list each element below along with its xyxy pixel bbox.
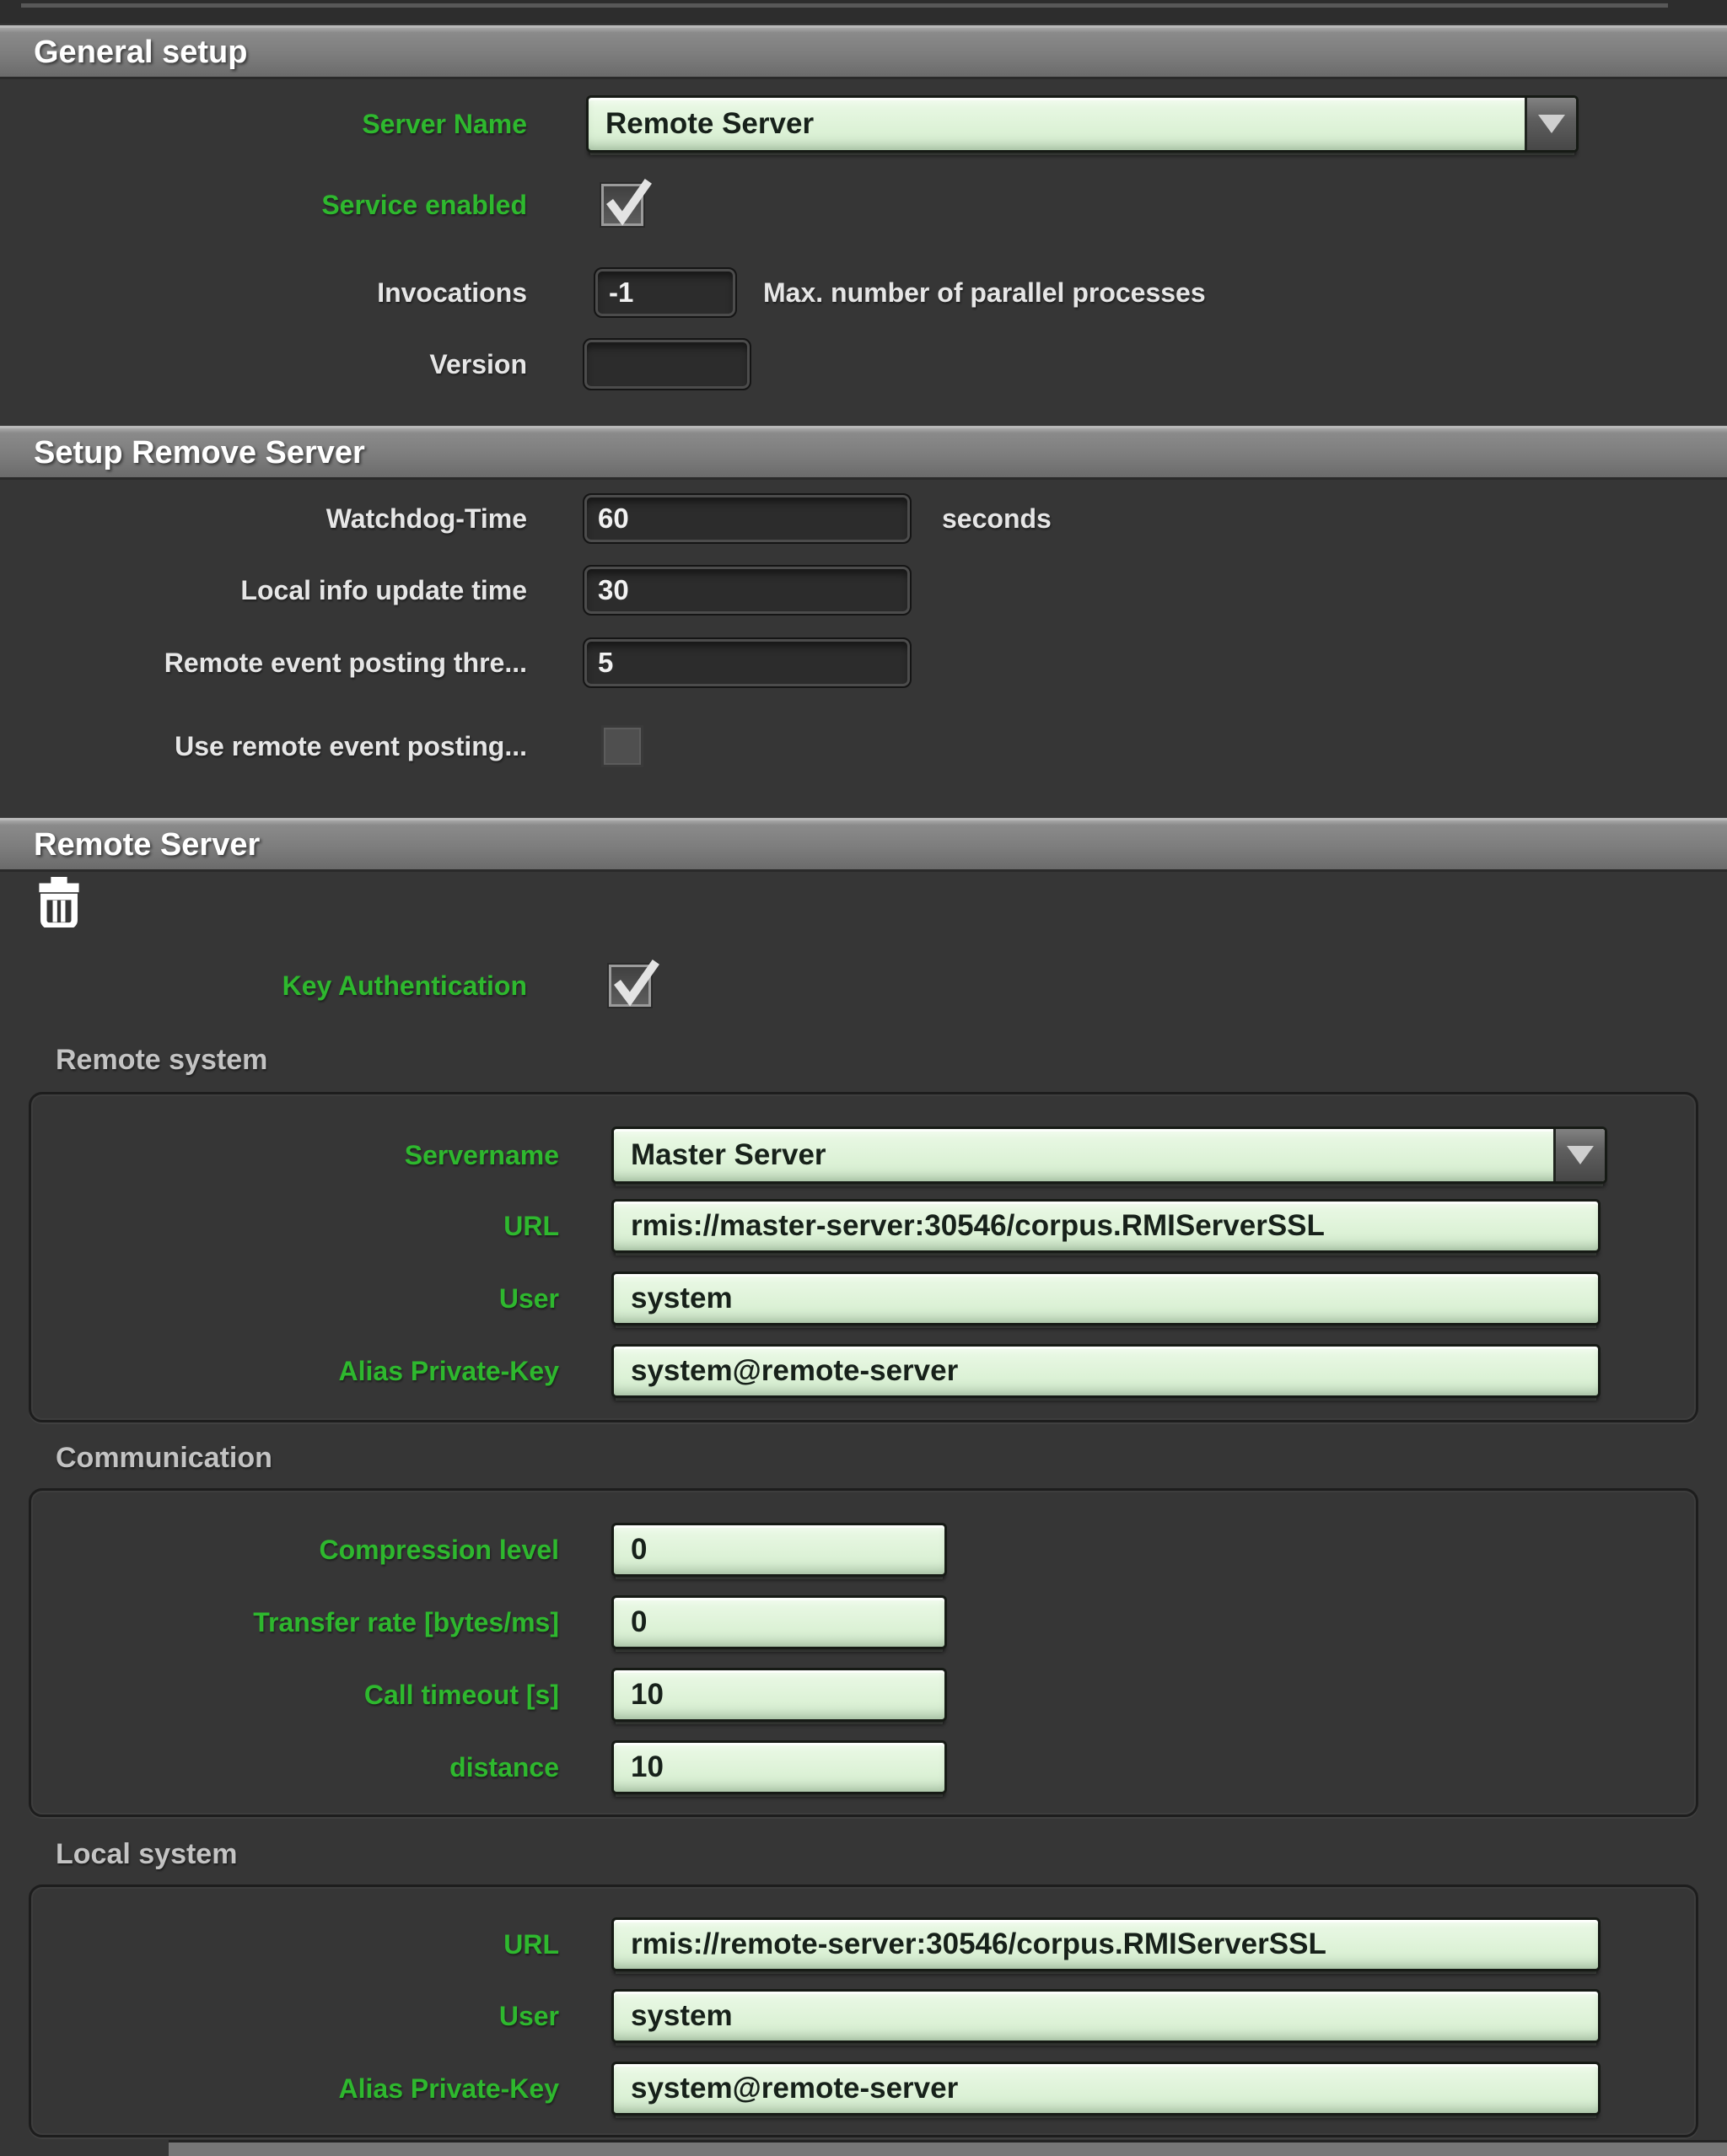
group-title-remote-system: Remote system bbox=[56, 1044, 267, 1077]
group-title-communication: Communication bbox=[56, 1442, 272, 1475]
section-header-remote-server: Remote Server bbox=[0, 818, 1727, 872]
local-url-label: URL bbox=[31, 1917, 559, 1971]
use-remote-event-posting-label: Use remote event posting... bbox=[0, 722, 527, 771]
remote-user-row: User bbox=[31, 1272, 1696, 1325]
invocations-input[interactable] bbox=[594, 267, 737, 318]
compression-level-input[interactable] bbox=[611, 1523, 947, 1577]
section-title: General setup bbox=[34, 35, 247, 71]
key-authentication-row: Key Authentication bbox=[0, 961, 1727, 1010]
remote-event-threshold-label: Remote event posting thre... bbox=[0, 637, 527, 688]
service-enabled-label: Service enabled bbox=[0, 180, 527, 229]
section-title: Remote Server bbox=[34, 827, 260, 863]
compression-level-row: Compression level bbox=[31, 1523, 1696, 1577]
version-label: Version bbox=[0, 338, 527, 390]
remote-event-threshold-input[interactable] bbox=[583, 637, 912, 688]
server-name-value: Remote Server bbox=[589, 98, 1525, 150]
local-url-input[interactable] bbox=[611, 1917, 1601, 1971]
local-alias-input[interactable] bbox=[611, 2062, 1601, 2116]
remote-system-group: Servername Master Server URL User Alias … bbox=[29, 1092, 1698, 1422]
version-row: Version bbox=[0, 338, 1727, 390]
invocations-row: Invocations Max. number of parallel proc… bbox=[0, 267, 1727, 318]
remote-user-label: User bbox=[31, 1272, 559, 1325]
local-user-row: User bbox=[31, 1989, 1696, 2043]
watchdog-time-unit: seconds bbox=[942, 493, 1052, 544]
remote-alias-label: Alias Private-Key bbox=[31, 1344, 559, 1398]
remote-alias-row: Alias Private-Key bbox=[31, 1344, 1696, 1398]
section-title: Setup Remove Server bbox=[34, 435, 365, 471]
watchdog-time-label: Watchdog-Time bbox=[0, 493, 527, 544]
remote-user-input[interactable] bbox=[611, 1272, 1601, 1325]
remote-url-row: URL bbox=[31, 1199, 1696, 1253]
local-info-update-label: Local info update time bbox=[0, 565, 527, 616]
servername-value: Master Server bbox=[614, 1129, 1553, 1181]
use-remote-event-posting-checkbox[interactable] bbox=[601, 725, 643, 767]
checkmark-icon bbox=[605, 175, 654, 227]
settings-panel: General setup Server Name Remote Server … bbox=[0, 0, 1727, 2156]
distance-row: distance bbox=[31, 1740, 1696, 1794]
call-timeout-row: Call timeout [s] bbox=[31, 1668, 1696, 1722]
group-title-local-system: Local system bbox=[56, 1838, 237, 1871]
key-authentication-label: Key Authentication bbox=[0, 961, 527, 1010]
local-user-input[interactable] bbox=[611, 1989, 1601, 2043]
servername-combobox[interactable]: Master Server bbox=[611, 1126, 1607, 1184]
local-info-update-input[interactable] bbox=[583, 565, 912, 616]
transfer-rate-row: Transfer rate [bytes/ms] bbox=[31, 1595, 1696, 1649]
distance-input[interactable] bbox=[611, 1740, 947, 1794]
watchdog-time-input[interactable] bbox=[583, 493, 912, 544]
distance-label: distance bbox=[31, 1740, 559, 1794]
service-enabled-checkbox[interactable] bbox=[601, 184, 643, 226]
service-enabled-row: Service enabled bbox=[0, 180, 1727, 229]
server-name-row: Server Name Remote Server bbox=[0, 95, 1727, 153]
section-header-general-setup: General setup bbox=[0, 25, 1727, 79]
local-info-update-row: Local info update time bbox=[0, 565, 1727, 616]
servername-label: Servername bbox=[31, 1126, 559, 1184]
remote-url-label: URL bbox=[31, 1199, 559, 1253]
servername-row: Servername Master Server bbox=[31, 1126, 1696, 1184]
key-authentication-checkbox[interactable] bbox=[609, 965, 651, 1007]
remote-event-threshold-row: Remote event posting thre... bbox=[0, 637, 1727, 688]
invocations-hint: Max. number of parallel processes bbox=[763, 267, 1206, 318]
bottom-divider bbox=[169, 2143, 1727, 2156]
section-header-setup-remove-server: Setup Remove Server bbox=[0, 426, 1727, 480]
use-remote-event-posting-row: Use remote event posting... bbox=[0, 722, 1727, 771]
transfer-rate-label: Transfer rate [bytes/ms] bbox=[31, 1595, 559, 1649]
local-alias-label: Alias Private-Key bbox=[31, 2062, 559, 2116]
local-system-group: URL User Alias Private-Key bbox=[29, 1884, 1698, 2137]
remote-url-input[interactable] bbox=[611, 1199, 1601, 1253]
communication-group: Compression level Transfer rate [bytes/m… bbox=[29, 1488, 1698, 1817]
invocations-label: Invocations bbox=[0, 267, 527, 318]
compression-level-label: Compression level bbox=[31, 1523, 559, 1577]
trash-icon[interactable] bbox=[37, 877, 81, 927]
transfer-rate-input[interactable] bbox=[611, 1595, 947, 1649]
call-timeout-input[interactable] bbox=[611, 1668, 947, 1722]
checkmark-icon bbox=[613, 955, 662, 1008]
watchdog-time-row: Watchdog-Time seconds bbox=[0, 493, 1727, 544]
version-input[interactable] bbox=[583, 338, 751, 390]
remote-alias-input[interactable] bbox=[611, 1344, 1601, 1398]
top-divider bbox=[0, 0, 1727, 24]
chevron-down-icon[interactable] bbox=[1525, 98, 1576, 150]
local-url-row: URL bbox=[31, 1917, 1696, 1971]
call-timeout-label: Call timeout [s] bbox=[31, 1668, 559, 1722]
local-alias-row: Alias Private-Key bbox=[31, 2062, 1696, 2116]
server-name-combobox[interactable]: Remote Server bbox=[586, 95, 1579, 153]
local-user-label: User bbox=[31, 1989, 559, 2043]
chevron-down-icon[interactable] bbox=[1553, 1129, 1605, 1181]
server-name-label: Server Name bbox=[0, 95, 527, 153]
